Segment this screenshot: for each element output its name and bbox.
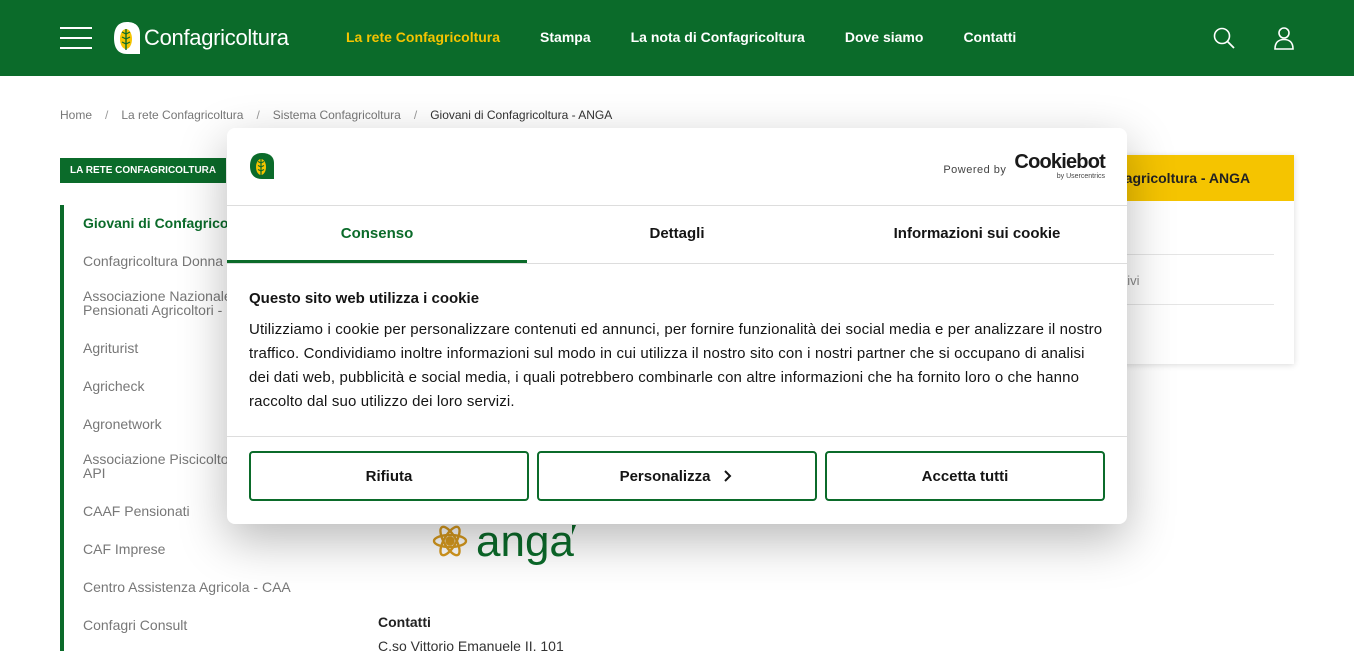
sidebar-item-confagri-consult[interactable]: Confagri Consult bbox=[83, 618, 187, 632]
powered-by-label: Powered by bbox=[943, 163, 1007, 176]
anga-logo-text: anga bbox=[476, 517, 574, 566]
breadcrumb-sistema[interactable]: Sistema Confagricoltura bbox=[273, 108, 401, 122]
nav-contatti[interactable]: Contatti bbox=[963, 29, 1016, 45]
logo-text: Confagricoltura bbox=[144, 25, 289, 50]
cookie-buttons: Rifiuta Personalizza Accetta tutti bbox=[249, 451, 1113, 501]
powered-by-cookiebot[interactable]: Powered by Cookiebot by Usercentrics bbox=[943, 152, 1105, 181]
contacts-title: Contatti bbox=[378, 614, 431, 630]
sidebar-item-caa[interactable]: Centro Assistenza Agricola - CAA bbox=[83, 580, 291, 594]
tab-dettagli[interactable]: Dettagli bbox=[527, 206, 827, 263]
sidebar-item-donna[interactable]: Confagricoltura Donna bbox=[83, 254, 223, 268]
sidebar-item-caf[interactable]: CAF Imprese bbox=[83, 542, 165, 556]
breadcrumb-home[interactable]: Home bbox=[60, 108, 92, 122]
divider bbox=[227, 263, 1127, 264]
nav-la-nota[interactable]: La nota di Confagricoltura bbox=[631, 29, 805, 45]
breadcrumb-separator: / bbox=[105, 108, 109, 122]
breadcrumb-current: Giovani di Confagricoltura - ANGA bbox=[430, 108, 613, 122]
tab-informazioni[interactable]: Informazioni sui cookie bbox=[827, 206, 1127, 263]
divider bbox=[227, 436, 1127, 437]
customize-button[interactable]: Personalizza bbox=[537, 451, 817, 501]
customize-label: Personalizza bbox=[619, 467, 711, 485]
sidebar-item-caaf[interactable]: CAAF Pensionati bbox=[83, 504, 190, 518]
cookie-tabs: Consenso Dettagli Informazioni sui cooki… bbox=[227, 206, 1127, 263]
sidebar-item-agriturist[interactable]: Agriturist bbox=[83, 341, 138, 355]
nav-dove-siamo[interactable]: Dove siamo bbox=[845, 29, 924, 45]
cookie-title: Questo sito web utilizza i cookie bbox=[249, 290, 480, 307]
breadcrumb-separator: / bbox=[413, 108, 418, 122]
nav-la-rete[interactable]: La rete Confagricoltura bbox=[346, 29, 500, 45]
contacts-address: C.so Vittorio Emanuele II, 101 bbox=[378, 638, 564, 651]
breadcrumb-separator: / bbox=[256, 108, 260, 122]
sidebar-item-api-line2[interactable]: API bbox=[83, 466, 106, 480]
confagricoltura-logo-icon bbox=[114, 22, 140, 54]
user-icon[interactable] bbox=[1272, 26, 1296, 50]
accept-all-label: Accetta tutti bbox=[921, 467, 1009, 485]
search-icon[interactable] bbox=[1212, 26, 1236, 50]
tab-consenso[interactable]: Consenso bbox=[227, 206, 527, 263]
accept-all-button[interactable]: Accetta tutti bbox=[825, 451, 1105, 501]
reject-label: Rifiuta bbox=[365, 467, 413, 485]
breadcrumb: Home / La rete Confagricoltura / Sistema… bbox=[60, 108, 612, 122]
chevron-right-icon bbox=[724, 470, 732, 482]
cookie-consent-dialog: Powered by Cookiebot by Usercentrics Con… bbox=[227, 128, 1127, 524]
sidebar-item-anpa-line2[interactable]: Pensionati Agricoltori - bbox=[83, 303, 222, 317]
breadcrumb-la-rete[interactable]: La rete Confagricoltura bbox=[121, 108, 243, 122]
nav-stampa[interactable]: Stampa bbox=[540, 29, 591, 45]
sidebar-item-api-line1[interactable]: Associazione Piscicolto bbox=[83, 452, 229, 466]
sidebar-item-anpa-line1[interactable]: Associazione Nazionale bbox=[83, 289, 232, 303]
sidebar-item-agronetwork[interactable]: Agronetwork bbox=[83, 417, 162, 431]
cookiebot-logo-text: Cookiebot bbox=[1014, 151, 1105, 173]
site-header: Confagricoltura La rete Confagricoltura … bbox=[0, 0, 1354, 76]
main-nav: La rete Confagricoltura Stampa La nota d… bbox=[346, 29, 1056, 45]
section-tag: LA RETE CONFAGRICOLTURA bbox=[60, 158, 227, 183]
confagricoltura-logo-icon bbox=[250, 153, 274, 179]
menu-icon[interactable] bbox=[60, 27, 92, 49]
reject-button[interactable]: Rifiuta bbox=[249, 451, 529, 501]
sidebar-item-giovani[interactable]: Giovani di Confagricoltu bbox=[83, 216, 246, 230]
cookie-description: Utilizziamo i cookie per personalizzare … bbox=[249, 321, 1103, 410]
sidebar-item-agricheck[interactable]: Agricheck bbox=[83, 379, 144, 393]
site-logo[interactable]: Confagricoltura bbox=[112, 20, 289, 56]
cookiebot-sub: by Usercentrics bbox=[1056, 173, 1105, 180]
